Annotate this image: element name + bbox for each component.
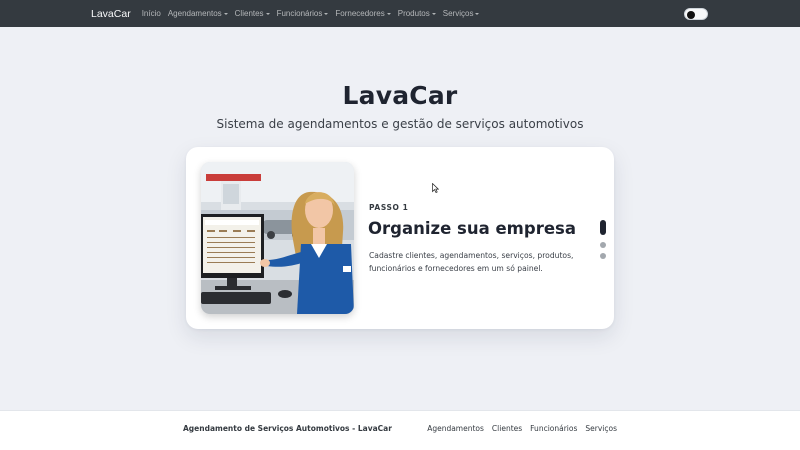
- woman-at-computer-illustration: [201, 162, 354, 314]
- page-title: LavaCar: [342, 81, 458, 110]
- footer-links: Agendamentos Clientes Funcionários Servi…: [419, 424, 617, 433]
- caret-down-icon: [324, 12, 329, 15]
- nav-item-label: Serviços: [442, 9, 474, 18]
- slide-image-icon: [201, 162, 354, 314]
- top-navbar: LavaCar Início Agendamentos Clientes Fun…: [0, 0, 800, 27]
- nav-item-label: Clientes: [234, 9, 264, 18]
- carousel-dot-2[interactable]: [600, 242, 606, 248]
- nav-item-label: Produtos: [397, 9, 430, 18]
- footer-link-clientes[interactable]: Clientes: [492, 424, 522, 433]
- step-label: PASSO 1: [369, 203, 409, 212]
- footer-link-funcionarios[interactable]: Funcionários: [530, 424, 577, 433]
- toggle-knob: [687, 10, 695, 19]
- caret-down-icon: [475, 12, 480, 15]
- nav-item-produtos[interactable]: Produtos: [398, 9, 436, 18]
- footer-link-agendamentos[interactable]: Agendamentos: [427, 424, 484, 433]
- nav-item-label: Funcionários: [276, 9, 323, 18]
- caret-down-icon: [265, 12, 270, 15]
- feature-carousel-card: PASSO 1 Organize sua empresa Cadastre cl…: [186, 147, 614, 329]
- caret-down-icon: [223, 12, 228, 15]
- nav-item-label: Agendamentos: [167, 9, 222, 18]
- footer-text: Agendamento de Serviços Automotivos - La…: [183, 424, 392, 433]
- page-footer: Agendamento de Serviços Automotivos - La…: [0, 410, 800, 450]
- nav-item-funcionarios[interactable]: Funcionários: [277, 9, 329, 18]
- nav-item-agendamentos[interactable]: Agendamentos: [168, 9, 228, 18]
- footer-link-servicos[interactable]: Serviços: [585, 424, 617, 433]
- step-description: Cadastre clientes, agendamentos, serviço…: [369, 251, 574, 273]
- dark-mode-toggle[interactable]: [684, 8, 708, 20]
- navbar-brand[interactable]: LavaCar: [91, 8, 131, 20]
- caret-down-icon: [386, 12, 391, 15]
- step-title: Organize sua empresa: [368, 219, 576, 238]
- nav-item-label: Início: [141, 9, 161, 18]
- page-subtitle: Sistema de agendamentos e gestão de serv…: [216, 117, 584, 131]
- nav-item-label: Fornecedores: [335, 9, 385, 18]
- carousel-indicators: [600, 220, 606, 264]
- carousel-dot-1[interactable]: [600, 220, 606, 235]
- nav-links: Início Agendamentos Clientes Funcionário…: [142, 9, 487, 18]
- nav-item-inicio[interactable]: Início: [142, 9, 161, 18]
- nav-item-clientes[interactable]: Clientes: [235, 9, 270, 18]
- caret-down-icon: [431, 12, 436, 15]
- carousel-dot-3[interactable]: [600, 253, 606, 259]
- mouse-cursor-icon: [432, 183, 439, 193]
- nav-item-fornecedores[interactable]: Fornecedores: [335, 9, 391, 18]
- nav-item-servicos[interactable]: Serviços: [443, 9, 480, 18]
